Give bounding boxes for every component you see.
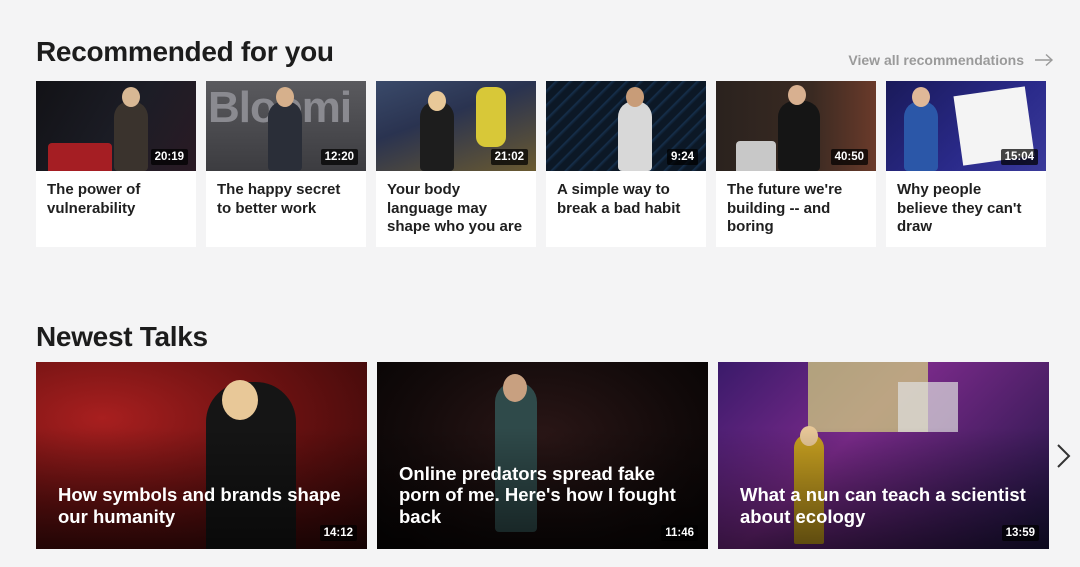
recommended-talks-row: 20:19 The power of vulnerability Bloomi … xyxy=(36,81,1046,247)
talk-duration: 13:59 xyxy=(1001,525,1039,541)
newest-talk-card[interactable]: Online predators spread fake porn of me.… xyxy=(377,362,708,549)
talk-thumbnail: 9:24 xyxy=(546,81,706,171)
talk-thumbnail: 40:50 xyxy=(716,81,876,171)
recommended-talk-card[interactable]: 15:04 Why people believe they can't draw xyxy=(886,81,1046,247)
talk-duration: 9:24 xyxy=(666,149,698,165)
talk-duration: 20:19 xyxy=(150,149,188,165)
talk-title: Why people believe they can't draw xyxy=(897,181,1022,235)
recommended-talk-card[interactable]: 40:50 The future we're building -- and b… xyxy=(716,81,876,247)
talk-duration: 11:46 xyxy=(661,525,698,541)
talk-title: Your body language may shape who you are xyxy=(387,181,523,235)
view-all-label: View all recommendations xyxy=(848,52,1024,68)
talk-thumbnail: 15:04 xyxy=(886,81,1046,171)
talk-title: A simple way to break a bad habit xyxy=(557,181,681,217)
talk-thumbnail: 20:19 xyxy=(36,81,196,171)
talk-title: The future we're building -- and boring xyxy=(727,181,843,235)
talk-title: The happy secret to better work xyxy=(217,181,341,217)
talk-duration: 40:50 xyxy=(830,149,868,165)
newest-talks-row: How symbols and brands shape our humanit… xyxy=(36,362,1049,549)
arrow-right-icon xyxy=(1035,53,1054,67)
recommended-talk-card[interactable]: 20:19 The power of vulnerability xyxy=(36,81,196,247)
talk-duration: 14:12 xyxy=(319,525,357,541)
chevron-right-icon[interactable] xyxy=(1054,442,1074,470)
talk-title: How symbols and brands shape our humanit… xyxy=(58,484,341,527)
talk-title: What a nun can teach a scientist about e… xyxy=(740,484,1026,527)
newest-talk-card[interactable]: How symbols and brands shape our humanit… xyxy=(36,362,367,549)
talk-title: The power of vulnerability xyxy=(47,181,141,217)
view-all-recommendations-link[interactable]: View all recommendations xyxy=(848,52,1054,68)
talk-duration: 15:04 xyxy=(1000,149,1038,165)
recommended-section-title: Recommended for you xyxy=(36,36,334,67)
talk-thumbnail: Bloomi 12:20 xyxy=(206,81,366,171)
newest-talk-card[interactable]: What a nun can teach a scientist about e… xyxy=(718,362,1049,549)
recommended-talk-card[interactable]: 9:24 A simple way to break a bad habit xyxy=(546,81,706,247)
talk-thumbnail: 21:02 xyxy=(376,81,536,171)
recommended-talk-card[interactable]: Bloomi 12:20 The happy secret to better … xyxy=(206,81,366,247)
talk-duration: 21:02 xyxy=(490,149,528,165)
newest-talks-section-title: Newest Talks xyxy=(36,321,208,352)
recommended-talk-card[interactable]: 21:02 Your body language may shape who y… xyxy=(376,81,536,247)
talk-duration: 12:20 xyxy=(320,149,358,165)
talk-title: Online predators spread fake porn of me.… xyxy=(399,462,676,527)
